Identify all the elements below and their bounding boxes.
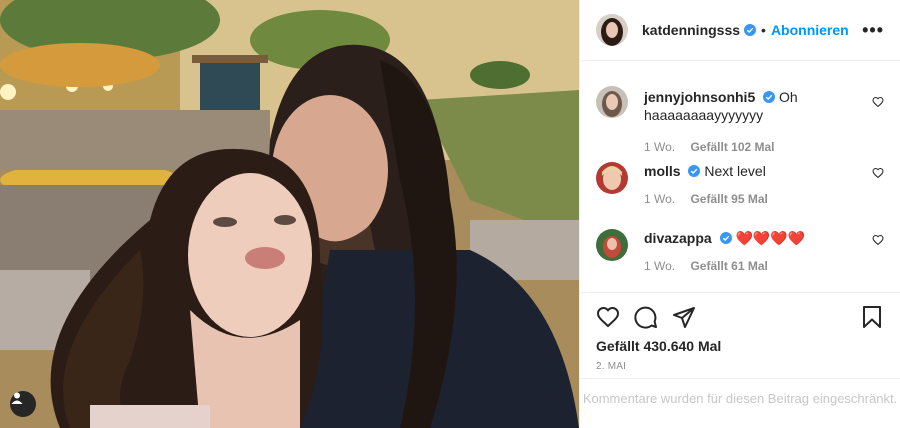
author-username[interactable]: katdenningsss [642,22,740,38]
comment-likes[interactable]: Gefällt 95 Mal [690,192,767,206]
verified-badge-icon [744,24,757,36]
comment-username[interactable]: molls [644,163,681,179]
bookmark-icon[interactable] [860,305,884,329]
comment-like-heart-icon[interactable] [872,96,884,108]
comment-avatar[interactable] [596,162,628,194]
header-separator: • [761,22,766,38]
comment-like-heart-icon[interactable] [872,234,884,246]
instagram-post-modal: katdenningsss • Abonnieren ••• jennyjohn… [0,0,900,428]
share-icon[interactable] [672,305,696,329]
comment-body: molls Next level 1 Wo. Gefällt 95 Mal [644,162,854,229]
post-photo[interactable] [0,0,579,428]
post-likes-count[interactable]: Gefällt 430.640 Mal [596,338,721,354]
photo-illustration [0,0,579,428]
comment-item: jennyjohnsonhi5 Oh haaaaaaaayyyyyyy 1 Wo… [596,76,884,162]
comment-item: divazappa ❤️❤️❤️❤️ 1 Wo. Gefällt 61 Mal [596,229,884,289]
comment-avatar[interactable] [596,86,628,118]
comment-meta: 1 Wo. Gefällt 102 Mal [644,138,854,156]
comment-age[interactable]: 1 Wo. [644,259,675,273]
verified-badge-icon [763,91,776,103]
more-icon[interactable]: ••• [862,20,884,41]
post-actions [580,292,900,341]
comments-restricted-notice: Kommentare wurden für diesen Beitrag ein… [580,378,900,428]
verified-badge-icon [719,232,732,244]
comment-meta: 1 Wo. Gefällt 95 Mal [644,190,854,208]
comment-meta: 1 Wo. Gefällt 61 Mal [644,257,854,275]
user-tag-icon[interactable] [10,391,36,417]
comment-text: Next level [704,163,766,179]
comment-like-heart-icon[interactable] [872,167,884,179]
comment-item: molls Next level 1 Wo. Gefällt 95 Mal [596,162,884,229]
post-side-panel: katdenningsss • Abonnieren ••• jennyjohn… [579,0,900,428]
verified-badge-icon [688,165,701,177]
comment-username[interactable]: divazappa [644,230,712,246]
comment-text: ❤️❤️❤️❤️ [735,230,806,246]
comment-age[interactable]: 1 Wo. [644,192,675,206]
comment-icon[interactable] [634,305,658,329]
post-header: katdenningsss • Abonnieren ••• [580,0,900,61]
post-date[interactable]: 2. MAI [596,361,626,372]
comment-list: jennyjohnsonhi5 Oh haaaaaaaayyyyyyy 1 Wo… [596,76,884,289]
author-avatar[interactable] [596,14,628,46]
follow-button[interactable]: Abonnieren [771,22,849,38]
comment-avatar[interactable] [596,229,628,261]
comment-likes[interactable]: Gefällt 102 Mal [690,140,774,154]
comment-age[interactable]: 1 Wo. [644,140,675,154]
comment-username[interactable]: jennyjohnsonhi5 [644,89,755,105]
comment-likes[interactable]: Gefällt 61 Mal [690,259,767,273]
heart-icon[interactable] [596,305,620,329]
comment-body: divazappa ❤️❤️❤️❤️ 1 Wo. Gefällt 61 Mal [644,229,854,289]
comment-body: jennyjohnsonhi5 Oh haaaaaaaayyyyyyy 1 Wo… [644,88,854,162]
